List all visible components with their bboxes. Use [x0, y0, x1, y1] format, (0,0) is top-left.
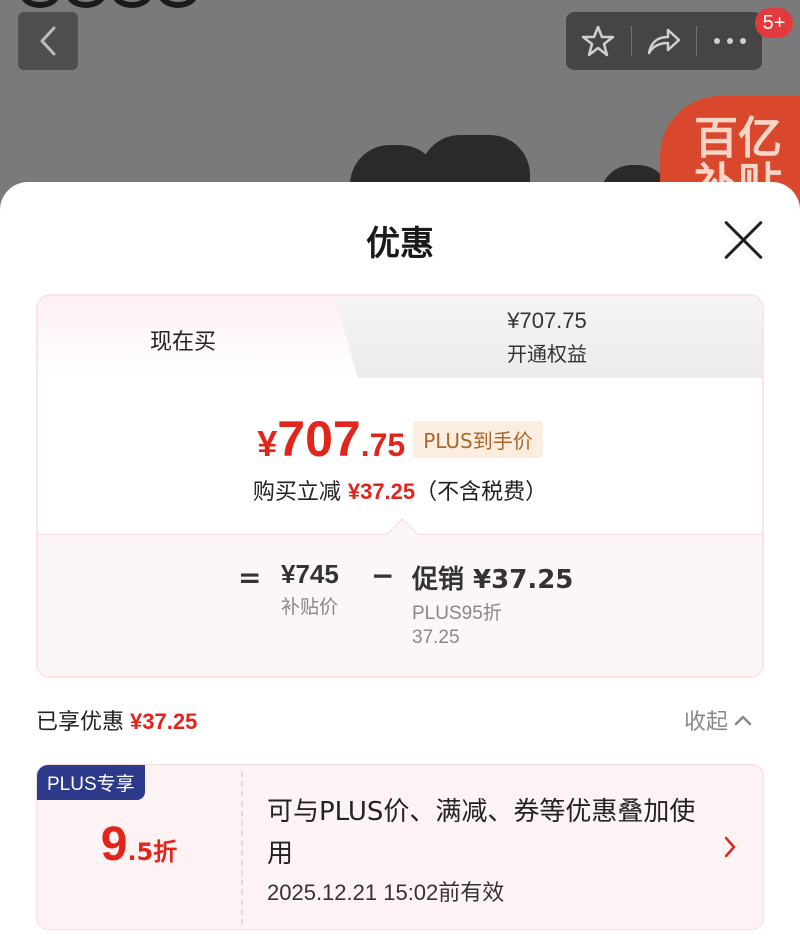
purchase-reduction: 购买立减 ¥37.25（不含税费） [38, 474, 762, 506]
reduction-amount: ¥37.25 [347, 479, 416, 504]
subsidy-price-value: ¥745 [281, 559, 339, 589]
chevron-right-icon [724, 836, 736, 858]
equals-sign: = [238, 561, 262, 594]
tab-membership-label: 开通权益 [507, 341, 587, 366]
price-card: ¥707.75 开通权益 现在买 ¥ 707 .75 PLUS到手价 购买立减 … [36, 294, 764, 678]
plus-exclusive-badge: PLUS专享 [37, 765, 145, 800]
discount-integer: 9 [100, 818, 128, 871]
coupon-description: 可与PLUS价、满减、券等优惠叠加使用 [267, 797, 696, 869]
favorite-button[interactable] [566, 12, 631, 70]
more-dots-icon [713, 38, 746, 44]
share-icon [647, 28, 681, 55]
sheet-title: 优惠 [366, 224, 434, 264]
subsidy-price: ¥745 补贴价 [281, 559, 339, 619]
share-button[interactable] [632, 12, 697, 70]
plus-price-tag: PLUS到手价 [413, 420, 543, 458]
price-currency: ¥ [257, 423, 278, 464]
promotion: 促销 ¥37.25 PLUS95折 37.25 [412, 559, 573, 649]
cart-count-badge: 5+ [755, 8, 793, 38]
minus-sign: − [371, 559, 395, 592]
reduction-prefix: 购买立减 [252, 480, 341, 505]
close-button[interactable] [722, 218, 766, 262]
enjoyed-amount: ¥37.25 [130, 709, 198, 734]
discount-sheet: 优惠 ¥707.75 开通权益 现在买 ¥ 707 .75 PLUS到手价 购买… [0, 182, 800, 937]
chevron-up-icon [734, 715, 752, 726]
coupon-divider [241, 771, 243, 925]
coupon-validity: 2025.12.21 15:02前有效 [267, 880, 505, 905]
final-price: ¥ 707 .75 PLUS到手价 [38, 410, 762, 468]
enjoyed-label: 已享优惠 [36, 710, 125, 735]
price-integer: 707 [277, 411, 361, 467]
promotion-detail-amount: 37.25 [412, 627, 460, 648]
discount-decimal: .5折 [127, 838, 178, 866]
collapse-button[interactable]: 收起 [684, 704, 752, 736]
enjoyed-discount: 已享优惠 ¥37.25 [36, 704, 197, 736]
subsidy-price-label: 补贴价 [281, 596, 339, 618]
promotion-detail: PLUS95折 [412, 603, 502, 624]
price-decimal: .75 [360, 427, 406, 463]
collapse-label: 收起 [684, 710, 729, 735]
tab-membership-price: ¥707.75 [507, 307, 587, 333]
promotion-value: 促销 ¥37.25 [412, 565, 574, 595]
reduction-suffix: （不含税费） [415, 480, 548, 505]
tab-buy-now-label: 现在买 [150, 330, 217, 355]
tab-membership[interactable]: ¥707.75 开通权益 [328, 296, 762, 378]
back-button[interactable] [18, 12, 78, 70]
top-actions-bar [566, 12, 762, 70]
chevron-left-icon [40, 26, 56, 56]
star-icon [582, 25, 615, 57]
price-breakdown: = ¥745 补贴价 − 促销 ¥37.25 PLUS95折 37.25 [38, 534, 762, 676]
more-button[interactable] [697, 12, 762, 70]
plus-coupon-card[interactable]: 9 .5折 PLUS专享 可与PLUS价、满减、券等优惠叠加使用 2025.12… [36, 764, 764, 930]
